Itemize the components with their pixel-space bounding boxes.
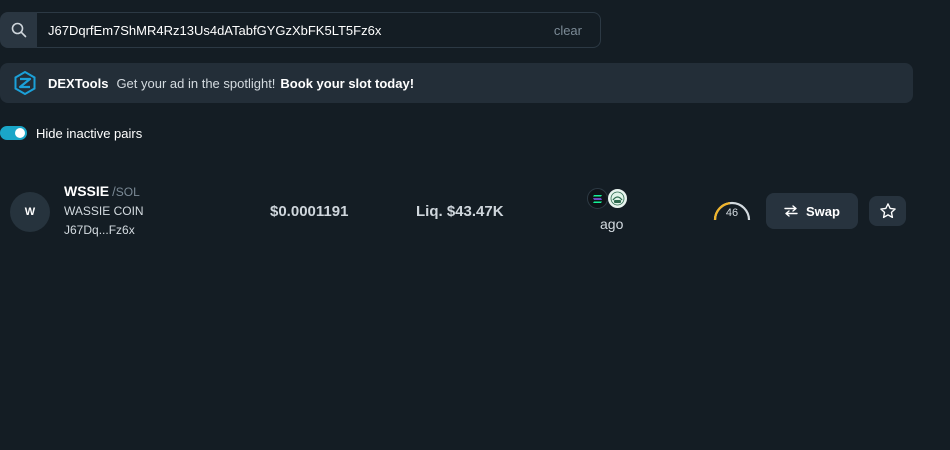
star-icon bbox=[879, 203, 896, 219]
hide-inactive-toggle[interactable] bbox=[0, 126, 27, 140]
swap-arrows-icon bbox=[784, 205, 798, 217]
banner-cta-link[interactable]: Book your slot today! bbox=[280, 76, 414, 91]
token-address: J67Dq...Fz6x bbox=[64, 223, 135, 237]
toggle-knob bbox=[15, 128, 25, 138]
swap-label: Swap bbox=[806, 203, 840, 219]
ad-banner: DEXTools Get your ad in the spotlight! B… bbox=[0, 63, 913, 103]
search-bar: clear bbox=[0, 12, 601, 48]
token-avatar: W bbox=[10, 192, 50, 232]
hide-inactive-label: Hide inactive pairs bbox=[36, 125, 143, 141]
token-price: $0.0001191 bbox=[270, 203, 349, 220]
hide-inactive-filter: Hide inactive pairs bbox=[0, 124, 142, 142]
search-input[interactable] bbox=[48, 22, 554, 38]
search-field: clear bbox=[37, 12, 601, 48]
favorite-button[interactable] bbox=[869, 196, 906, 226]
banner-brand: DEXTools bbox=[48, 75, 109, 91]
base-symbol: WSSIE bbox=[64, 183, 110, 199]
clear-button[interactable]: clear bbox=[554, 23, 588, 38]
quote-symbol: SOL bbox=[115, 185, 140, 199]
liquidity-value: Liq. $43.47K bbox=[416, 203, 504, 220]
pair-age: ago bbox=[600, 216, 624, 232]
search-icon[interactable] bbox=[0, 12, 37, 48]
pair-row[interactable]: W WSSIE/SOL WASSIE COIN J67Dq...Fz6x $0.… bbox=[0, 180, 950, 244]
chain-icons bbox=[587, 188, 629, 210]
solana-icon bbox=[587, 188, 608, 209]
dext-score: 46 bbox=[712, 198, 752, 222]
pair-name: WSSIE/SOL bbox=[64, 183, 140, 199]
dextools-logo-icon bbox=[14, 71, 36, 95]
dex-exchange-icon bbox=[607, 188, 628, 209]
swap-button[interactable]: Swap bbox=[766, 193, 858, 229]
token-name: WASSIE COIN bbox=[64, 204, 144, 218]
score-value: 46 bbox=[725, 207, 739, 219]
banner-message: Get your ad in the spotlight! bbox=[116, 75, 276, 91]
